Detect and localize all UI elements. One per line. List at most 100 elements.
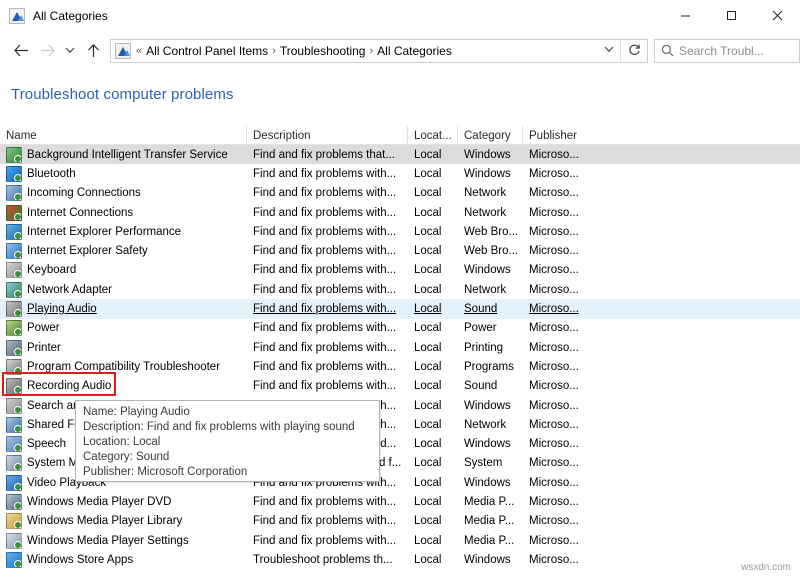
cell-publisher: Microso... [523,454,585,473]
title-bar-left: All Categories [0,8,108,24]
cell-publisher-text: Microso... [529,303,579,315]
cell-category: Web Bro... [458,241,523,260]
back-button[interactable] [8,38,34,64]
power-icon [6,320,22,336]
cell-name: Windows Store Apps [0,550,247,569]
table-row[interactable]: Windows Media Player LibraryFind and fix… [0,512,800,531]
forward-button[interactable] [34,38,60,64]
maximize-button[interactable] [708,0,754,31]
cell-category-text: Media P... [464,535,514,547]
minimize-button[interactable] [662,0,708,31]
cell-category-text: Windows [464,400,511,412]
troubleshoot-badge-icon [14,502,22,510]
troubleshoot-badge-icon [14,463,22,471]
cell-location-text: Local [414,515,442,527]
breadcrumb-item-all-categories[interactable]: All Categories [374,44,455,58]
breadcrumb-item-all-control-panel-items[interactable]: All Control Panel Items [143,44,271,58]
system-maintenance-icon [6,455,22,471]
cell-publisher: Microso... [523,357,585,376]
search-icon [655,44,679,57]
cell-category-text: System [464,457,502,469]
ie-performance-icon [6,224,22,240]
up-button[interactable] [80,38,106,64]
windows-store-apps-icon [6,552,22,568]
cell-description-text: Find and fix problems with... [253,342,396,354]
cell-name: Recording Audio [0,377,247,396]
content-area: Troubleshoot computer problems Name Desc… [0,70,800,577]
table-row[interactable]: Incoming ConnectionsFind and fix problem… [0,184,800,203]
cell-category-text: Network [464,284,506,296]
table-row[interactable]: BluetoothFind and fix problems with...Lo… [0,164,800,183]
cell-name: Windows Media Player Settings [0,531,247,550]
address-chevron-down-icon[interactable] [598,45,620,56]
cell-publisher-text: Microso... [529,187,579,199]
cell-category-text: Network [464,187,506,199]
cell-category: Network [458,184,523,203]
table-row[interactable]: Windows Media Player SettingsFind and fi… [0,531,800,550]
table-row[interactable]: Internet Explorer PerformanceFind and fi… [0,222,800,241]
breadcrumb-control-panel-icon [115,43,131,59]
cell-description-text: Find and fix problems with... [253,207,396,219]
cell-category-text: Printing [464,342,503,354]
table-row[interactable]: Network AdapterFind and fix problems wit… [0,280,800,299]
table-row[interactable]: Printer Find and fix problems with... Loca… [0,338,800,357]
troubleshoot-badge-icon [14,328,22,336]
search-input[interactable]: Search Troubl... [679,44,764,58]
incoming-connections-icon [6,185,22,201]
cell-description: Troubleshoot problems th... [247,550,408,569]
cell-publisher: Microso... [523,550,585,569]
cell-location: Local [408,184,458,203]
tooltip-playing-audio: Name: Playing Audio Description: Find an… [75,400,380,482]
cell-publisher-text: Microso... [529,496,579,508]
cell-description: Find and fix problems with... [247,357,408,376]
cell-publisher-text: Microso... [529,554,579,566]
search-box[interactable]: Search Troubl... [654,39,800,63]
troubleshoot-badge-icon [14,483,22,491]
column-header-publisher[interactable]: Publisher [523,126,585,145]
cell-category: Media P... [458,531,523,550]
cell-location: Local [408,454,458,473]
cell-location-text: Local [414,322,442,334]
cell-publisher: Microso... [523,512,585,531]
table-row[interactable]: Background Intelligent Transfer ServiceF… [0,145,800,164]
column-header-description[interactable]: Description [247,126,408,145]
cell-location: Local [408,338,458,357]
refresh-icon[interactable] [621,43,647,59]
wmp-library-icon [6,513,22,529]
column-header-category[interactable]: Category [458,126,523,145]
troubleshoot-badge-icon [14,232,22,240]
cell-name: Program Compatibility Troubleshooter [0,357,247,376]
column-header-location[interactable]: Locat... [408,126,458,145]
speech-icon [6,436,22,452]
table-row[interactable]: KeyboardFind and fix problems with...Loc… [0,261,800,280]
table-row[interactable]: Internet ConnectionsFind and fix problem… [0,203,800,222]
table-row[interactable]: Windows Media Player DVDFind and fix pro… [0,492,800,511]
table-row[interactable]: PowerFind and fix problems with...LocalP… [0,319,800,338]
table-row[interactable]: Program Compatibility TroubleshooterFind… [0,357,800,376]
cell-publisher: Microso... [523,377,585,396]
navigation-bar: « All Control Panel Items › Troubleshoot… [0,31,800,70]
column-header-name[interactable]: Name [0,126,247,145]
troubleshoot-badge-icon [14,309,22,317]
troubleshoot-badge-icon [14,193,22,201]
recent-locations-chevron-down-icon[interactable] [60,38,80,64]
cell-description: Find and fix problems with... [247,299,408,318]
troubleshoot-badge-icon [14,174,22,182]
close-button[interactable] [754,0,800,31]
troubleshoot-badge-icon [14,290,22,298]
cell-description: Find and fix problems with... [247,338,408,357]
table-row[interactable]: Internet Explorer SafetyFind and fix pro… [0,241,800,260]
cell-category: Windows [458,261,523,280]
cell-location-text: Local [414,400,442,412]
cell-name: Network Adapter [0,280,247,299]
table-row[interactable]: Windows Store AppsTroubleshoot problems … [0,550,800,569]
list-column-headers: Name Description Locat... Category Publi… [0,126,800,145]
breadcrumb-item-troubleshooting[interactable]: Troubleshooting [277,44,369,58]
table-row[interactable]: Playing AudioFind and fix problems with.… [0,299,800,318]
control-panel-icon [9,8,25,24]
address-bar[interactable]: « All Control Panel Items › Troubleshoot… [110,39,648,63]
table-row[interactable]: Recording AudioFind and fix problems wit… [0,377,800,396]
cell-publisher-text: Microso... [529,419,579,431]
cell-name: Printer [0,338,247,357]
program-compatibility-icon [6,359,22,375]
